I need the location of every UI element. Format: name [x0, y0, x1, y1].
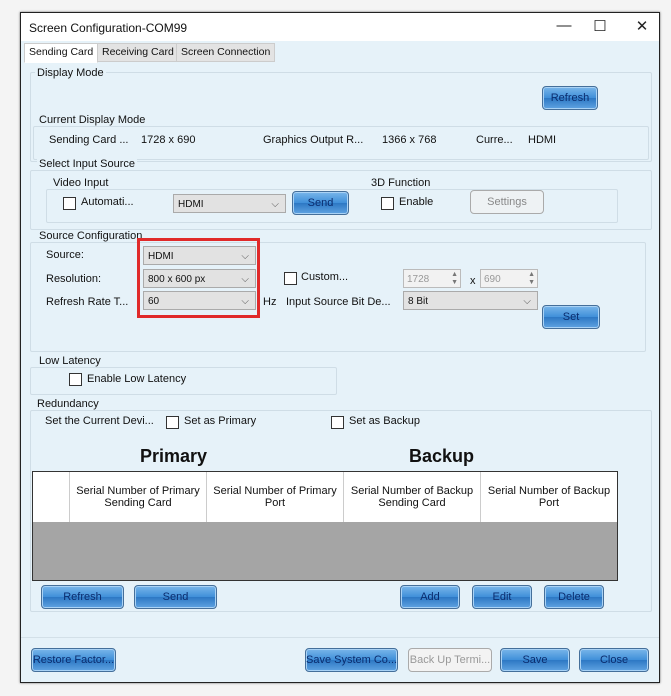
- set-current-device-label: Set the Current Devi...: [45, 415, 154, 427]
- set-button[interactable]: Set: [542, 305, 600, 329]
- spinner-icon[interactable]: ▲ ▼: [451, 271, 458, 287]
- automatic-label: Automati...: [81, 196, 134, 208]
- custom-height-value: 690: [484, 274, 501, 285]
- save-button[interactable]: Save: [500, 648, 570, 672]
- delete-button[interactable]: Delete: [544, 585, 604, 609]
- redundancy-table: Serial Number of Primary Sending Card Se…: [32, 471, 618, 581]
- chevron-down-icon: ⌵: [523, 296, 531, 307]
- 3d-function-label: 3D Function: [369, 177, 433, 189]
- restore-factory-button[interactable]: Restore Factor...: [31, 648, 116, 672]
- graphics-output-label: Graphics Output R...: [263, 134, 364, 146]
- enable-low-latency-label: Enable Low Latency: [87, 373, 187, 385]
- send-input-button[interactable]: Send: [292, 191, 349, 215]
- bit-depth-select[interactable]: 8 Bit ⌵: [403, 291, 538, 310]
- chevron-down-icon: ⌵: [241, 296, 249, 307]
- graphics-output-value: 1366 x 768: [382, 134, 437, 146]
- backup-heading: Backup: [409, 446, 475, 466]
- tab-screen-connection[interactable]: Screen Connection: [176, 43, 276, 62]
- custom-height-input[interactable]: 690 ▲ ▼: [480, 269, 538, 288]
- column-header: Serial Number of Backup Port: [481, 472, 617, 522]
- source-select[interactable]: HDMI ⌵: [143, 246, 256, 265]
- tab-receiving-card[interactable]: Receiving Card: [97, 43, 179, 62]
- automatic-checkbox[interactable]: [63, 197, 76, 210]
- display-mode-label: Display Mode: [35, 67, 106, 79]
- back-up-terminal-button[interactable]: Back Up Termi...: [408, 648, 492, 672]
- add-button[interactable]: Add: [400, 585, 460, 609]
- current-source-label: Curre...: [476, 134, 513, 146]
- column-header: Serial Number of Primary Port: [207, 472, 344, 522]
- screen-configuration-window: Screen Configuration-COM99 — ☐ ✕ Sending…: [20, 12, 660, 683]
- video-input-label: Video Input: [51, 177, 111, 189]
- set-primary-checkbox[interactable]: [166, 416, 179, 429]
- video-input-select[interactable]: HDMI ⌵: [173, 194, 286, 213]
- redundancy-refresh-button[interactable]: Refresh: [41, 585, 124, 609]
- custom-width-value: 1728: [407, 274, 430, 285]
- set-backup-label: Set as Backup: [349, 415, 420, 427]
- chevron-down-icon: ⌵: [241, 274, 249, 285]
- refresh-rate-value: 60: [148, 296, 160, 307]
- column-header: Serial Number of Primary Sending Card: [70, 472, 207, 522]
- bit-depth-label: Input Source Bit De...: [286, 296, 391, 308]
- low-latency-label: Low Latency: [37, 355, 103, 367]
- source-value: HDMI: [148, 251, 174, 262]
- settings-button[interactable]: Settings: [470, 190, 544, 214]
- sending-card-label: Sending Card ...: [49, 134, 129, 146]
- custom-checkbox[interactable]: [284, 272, 297, 285]
- minimize-icon[interactable]: —: [549, 17, 579, 34]
- video-input-value: HDMI: [178, 199, 204, 210]
- close-button[interactable]: Close: [579, 648, 649, 672]
- enable-3d-checkbox[interactable]: [381, 197, 394, 210]
- set-backup-checkbox[interactable]: [331, 416, 344, 429]
- chevron-down-icon: ⌵: [241, 251, 249, 262]
- enable-3d-label: Enable: [399, 196, 434, 208]
- current-source-value: HDMI: [528, 134, 557, 146]
- refresh-rate-select[interactable]: 60 ⌵: [143, 291, 256, 310]
- resolution-label: Resolution:: [46, 273, 102, 285]
- refresh-rate-label: Refresh Rate T...: [46, 296, 129, 308]
- resolution-value: 800 x 600 px: [148, 274, 206, 285]
- table-row-header: [33, 472, 70, 522]
- current-display-mode-label: Current Display Mode: [37, 114, 148, 126]
- resolution-select[interactable]: 800 x 600 px ⌵: [143, 269, 256, 288]
- spinner-icon[interactable]: ▲ ▼: [528, 271, 535, 287]
- source-configuration-label: Source Configuration: [37, 230, 145, 242]
- maximize-icon[interactable]: ☐: [585, 17, 615, 35]
- sending-card-value: 1728 x 690: [141, 134, 196, 146]
- footer-divider: [21, 637, 659, 638]
- refresh-display-button[interactable]: Refresh: [542, 86, 598, 110]
- redundancy-send-button[interactable]: Send: [134, 585, 217, 609]
- window-title: Screen Configuration-COM99: [29, 21, 188, 35]
- bit-depth-value: 8 Bit: [408, 296, 429, 307]
- redundancy-label: Redundancy: [35, 398, 101, 410]
- custom-width-input[interactable]: 1728 ▲ ▼: [403, 269, 461, 288]
- set-primary-label: Set as Primary: [184, 415, 257, 427]
- source-label: Source:: [46, 249, 84, 261]
- enable-low-latency-checkbox[interactable]: [69, 373, 82, 386]
- edit-button[interactable]: Edit: [472, 585, 532, 609]
- column-header: Serial Number of Backup Sending Card: [344, 472, 481, 522]
- custom-label: Custom...: [301, 271, 349, 283]
- hz-label: Hz: [263, 296, 277, 308]
- close-icon[interactable]: ✕: [627, 17, 657, 35]
- tab-sending-card[interactable]: Sending Card: [24, 43, 99, 63]
- save-system-config-button[interactable]: Save System Co...: [305, 648, 398, 672]
- times-label: x: [470, 275, 476, 287]
- select-input-source-label: Select Input Source: [37, 158, 138, 170]
- primary-heading: Primary: [140, 446, 208, 466]
- title-bar: Screen Configuration-COM99 — ☐ ✕: [21, 13, 659, 41]
- chevron-down-icon: ⌵: [271, 199, 279, 210]
